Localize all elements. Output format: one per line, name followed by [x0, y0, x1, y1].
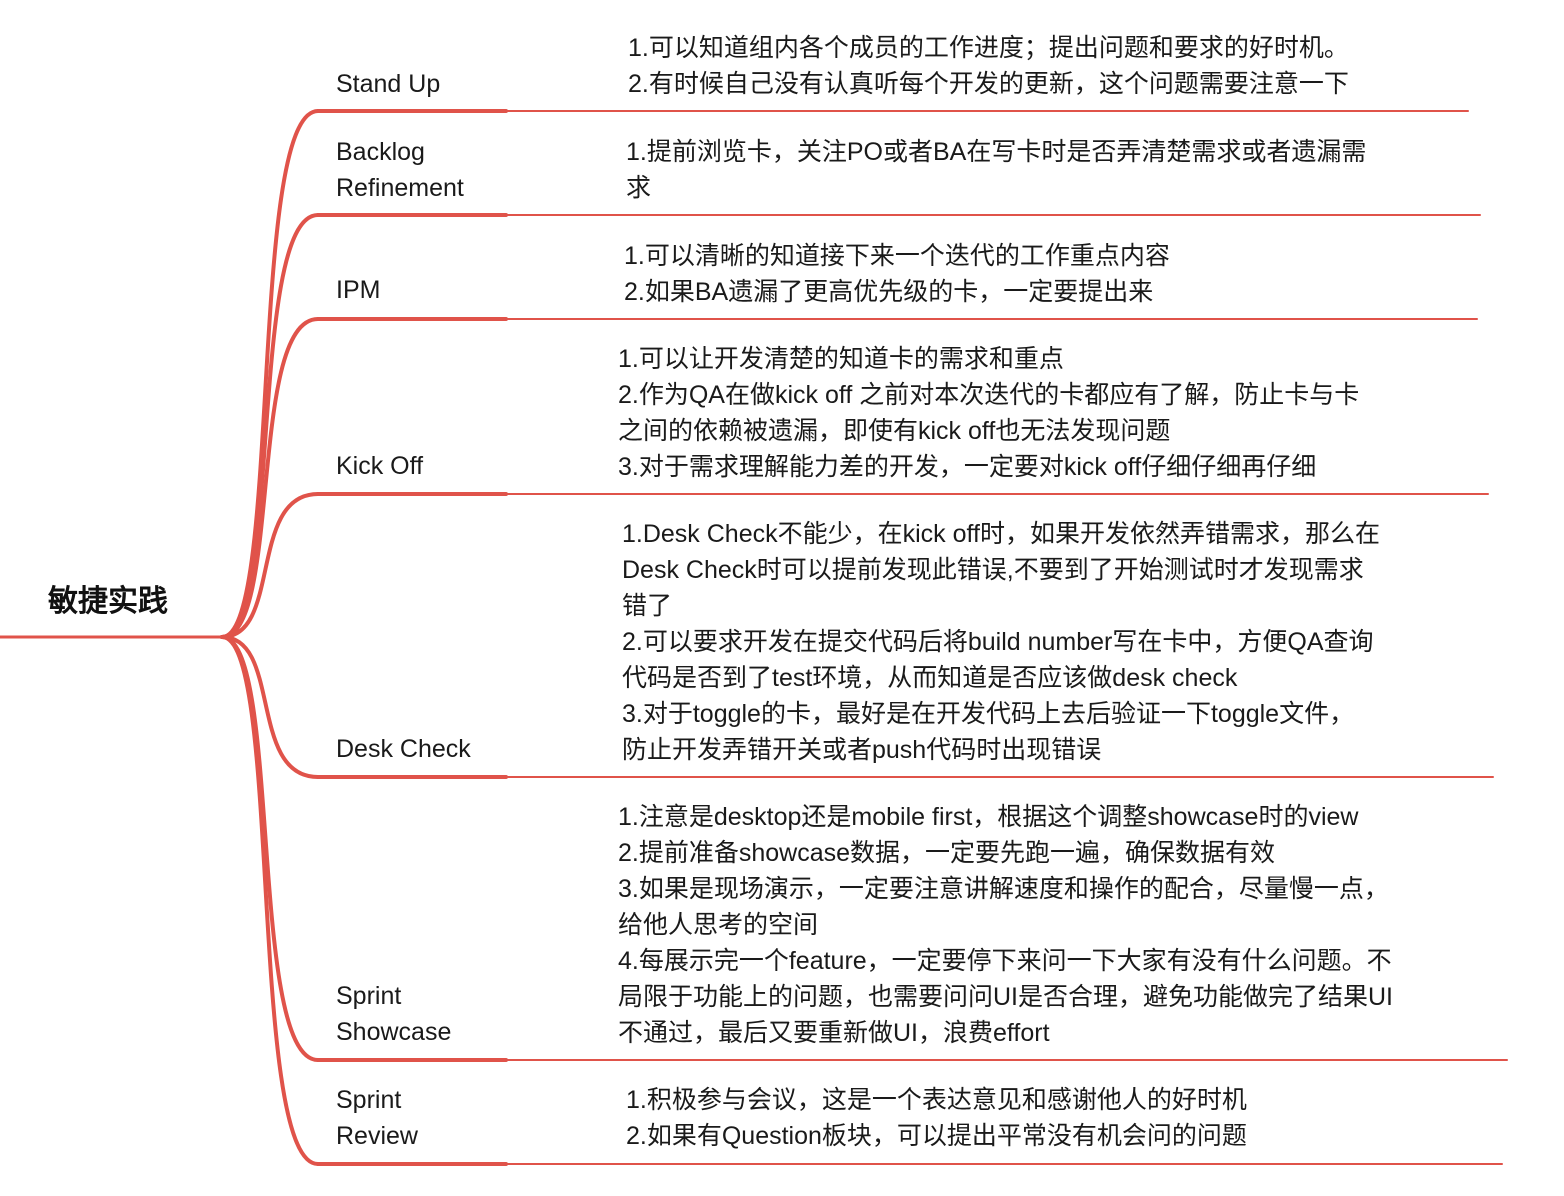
branch-label-line: Review — [336, 1122, 418, 1150]
branch-label-line: Sprint — [336, 982, 402, 1010]
detail-line: 防止开发弄错开关或者push代码时出现错误 — [622, 736, 1102, 764]
detail-sprint-showcase: 1.注意是desktop还是mobile first，根据这个调整showcas… — [618, 799, 1393, 1051]
branch-curve-sprint-showcase — [220, 635, 320, 1062]
branch-label-line: IPM — [336, 276, 381, 304]
detail-line: 2.提前准备showcase数据，一定要先跑一遍，确保数据有效 — [618, 839, 1276, 867]
detail-line: 2.有时候自己没有认真听每个开发的更新，这个问题需要注意一下 — [628, 70, 1349, 98]
detail-line: 2.如果有Question板块，可以提出平常没有机会问的问题 — [626, 1122, 1247, 1150]
detail-line: 2.作为QA在做kick off 之前对本次迭代的卡都应有了解，防止卡与卡 — [618, 381, 1360, 409]
detail-line: 3.对于toggle的卡，最好是在开发代码上去后验证一下toggle文件， — [622, 700, 1355, 728]
detail-kick-off: 1.可以让开发清楚的知道卡的需求和重点 2.作为QA在做kick off 之前对… — [618, 341, 1359, 485]
branch-label-sprint-showcase[interactable]: Sprint Showcase — [336, 978, 451, 1050]
branch-label-desk-check[interactable]: Desk Check — [336, 731, 471, 767]
detail-line: 1.注意是desktop还是mobile first，根据这个调整showcas… — [618, 803, 1359, 831]
branch-label-ipm[interactable]: IPM — [336, 272, 380, 308]
branch-label-line: Stand Up — [336, 70, 441, 98]
detail-line: 求 — [626, 174, 652, 202]
detail-sprint-review: 1.积极参与会议，这是一个表达意见和感谢他人的好时机 2.如果有Question… — [626, 1082, 1247, 1154]
detail-line: 4.每展示完一个feature，一定要停下来问一下大家有没有什么问题。不 — [618, 947, 1392, 975]
detail-desk-check: 1.Desk Check不能少，在kick off时，如果开发依然弄错需求，那么… — [622, 516, 1380, 768]
branch-label-stand-up[interactable]: Stand Up — [336, 66, 440, 102]
branch-label-line: Desk Check — [336, 735, 471, 763]
detail-line: 1.可以知道组内各个成员的工作进度；提出问题和要求的好时机。 — [628, 34, 1349, 62]
detail-line: 给他人思考的空间 — [618, 911, 819, 939]
detail-line: 错了 — [622, 592, 673, 620]
detail-ipm: 1.可以清晰的知道接下来一个迭代的工作重点内容 2.如果BA遗漏了更高优先级的卡… — [624, 238, 1170, 310]
detail-line: 3.对于需求理解能力差的开发，一定要对kick off仔细仔细再仔细 — [618, 453, 1317, 481]
branch-label-line: Refinement — [336, 174, 464, 202]
detail-line: 1.可以让开发清楚的知道卡的需求和重点 — [618, 345, 1064, 373]
detail-line: 1.积极参与会议，这是一个表达意见和感谢他人的好时机 — [626, 1086, 1247, 1114]
detail-line: Desk Check时可以提前发现此错误,不要到了开始测试时才发现需求 — [622, 556, 1364, 584]
detail-stand-up: 1.可以知道组内各个成员的工作进度；提出问题和要求的好时机。 2.有时候自己没有… — [628, 30, 1349, 102]
detail-line: 之间的依赖被遗漏，即使有kick off也无法发现问题 — [618, 417, 1171, 445]
detail-line: 2.如果BA遗漏了更高优先级的卡，一定要提出来 — [624, 278, 1154, 306]
detail-line: 局限于功能上的问题，也需要问问UI是否合理，避免功能做完了结果UI — [618, 983, 1394, 1011]
detail-line: 不通过，最后又要重新做UI，浪费effort — [618, 1019, 1050, 1047]
root-node[interactable]: 敏捷实践 — [48, 576, 168, 620]
branch-label-line: Kick Off — [336, 452, 424, 480]
branch-label-line: Backlog — [336, 138, 425, 166]
detail-line: 3.如果是现场演示，一定要注意讲解速度和操作的配合，尽量慢一点， — [618, 875, 1389, 903]
branch-label-line: Sprint — [336, 1086, 402, 1114]
branch-curve-kick-off — [220, 492, 320, 639]
detail-line: 1.提前浏览卡，关注PO或者BA在写卡时是否弄清楚需求或者遗漏需 — [626, 138, 1367, 166]
detail-line: 1.Desk Check不能少，在kick off时，如果开发依然弄错需求，那么… — [622, 520, 1380, 548]
branch-label-backlog-refinement[interactable]: Backlog Refinement — [336, 134, 464, 206]
branch-label-sprint-review[interactable]: Sprint Review — [336, 1082, 418, 1154]
branch-label-line: Showcase — [336, 1018, 452, 1046]
detail-line: 2.可以要求开发在提交代码后将build number写在卡中，方便QA查询 — [622, 628, 1374, 656]
branch-curve-desk-check — [220, 635, 320, 779]
branch-label-kick-off[interactable]: Kick Off — [336, 448, 423, 484]
detail-line: 代码是否到了test环境，从而知道是否应该做desk check — [622, 664, 1238, 692]
detail-line: 1.可以清晰的知道接下来一个迭代的工作重点内容 — [624, 242, 1170, 270]
detail-backlog-refinement: 1.提前浏览卡，关注PO或者BA在写卡时是否弄清楚需求或者遗漏需 求 — [626, 134, 1366, 206]
mindmap-canvas: 敏捷实践 Stand Up 1.可以知道组内各个成员的工作进度；提出问题和要求的… — [0, 0, 1564, 1196]
